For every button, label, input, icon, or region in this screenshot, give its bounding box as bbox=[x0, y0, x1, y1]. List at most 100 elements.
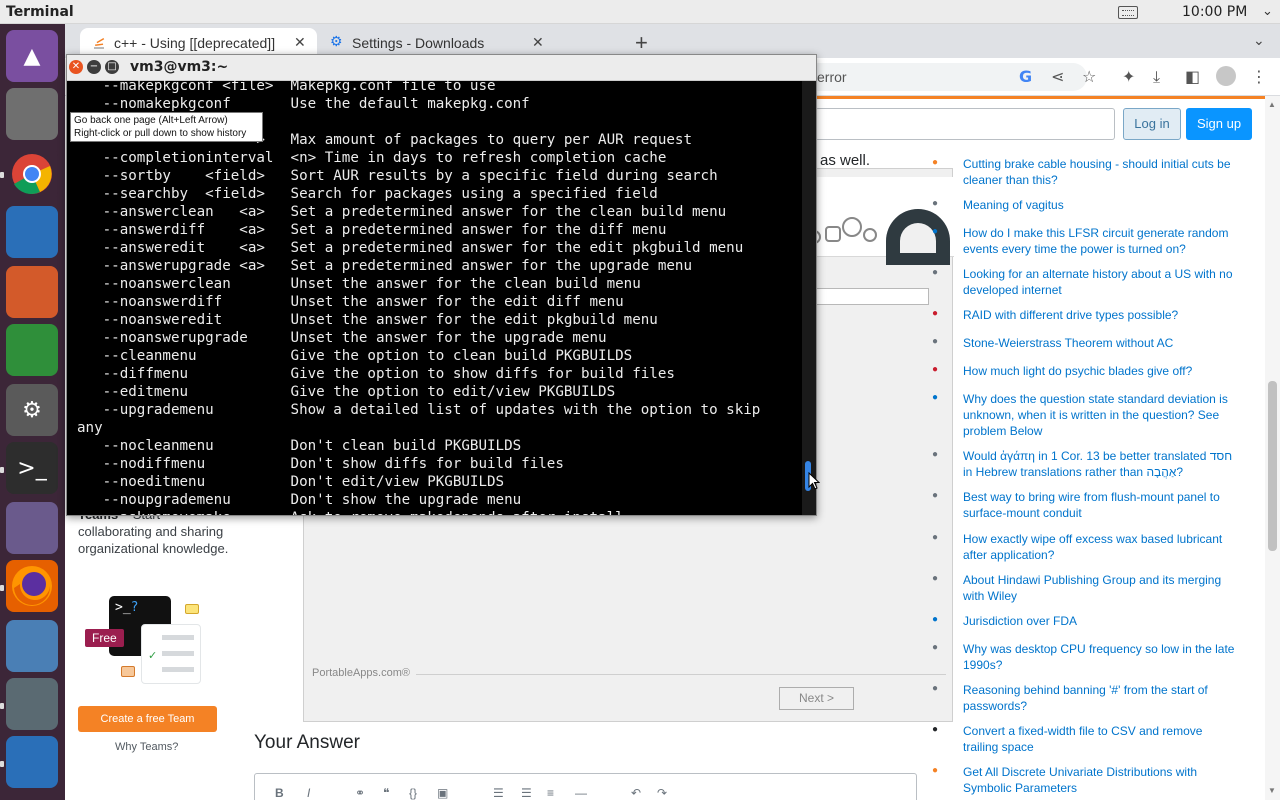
site-favicon-icon: ● bbox=[932, 765, 939, 776]
terminal-line: --noanswerdiff Unset the answer for the … bbox=[77, 294, 624, 310]
page-scrollbar-thumb[interactable] bbox=[1268, 381, 1277, 551]
update-icon[interactable] bbox=[6, 736, 58, 788]
scroll-up-icon[interactable]: ▲ bbox=[1268, 100, 1276, 109]
related-question-link[interactable]: ● Why does the question state standard de… bbox=[932, 391, 1240, 439]
terminal-line: --noanswerupgrade Unset the answer for t… bbox=[77, 330, 607, 346]
numbered-list-icon[interactable]: ☰ bbox=[493, 786, 504, 800]
site-favicon-icon: ● bbox=[932, 364, 939, 375]
related-question-link[interactable]: ● Jurisdiction over FDA bbox=[932, 613, 1240, 629]
firefox-icon[interactable] bbox=[6, 560, 58, 612]
disk-utility-icon[interactable] bbox=[6, 620, 58, 672]
terminal-scrollbar[interactable] bbox=[802, 81, 816, 515]
sign-up-button[interactable]: Sign up bbox=[1186, 108, 1252, 140]
scroll-down-icon[interactable]: ▼ bbox=[1268, 786, 1276, 795]
undo-icon[interactable]: ↶ bbox=[631, 786, 641, 800]
next-button[interactable]: Next > bbox=[779, 687, 854, 710]
page-scrollbar[interactable]: ▲ ▼ bbox=[1265, 96, 1280, 800]
site-favicon-icon: ● bbox=[932, 392, 939, 403]
arch-launcher-icon[interactable]: ▲ bbox=[6, 30, 58, 82]
top-accent-bar bbox=[815, 96, 1265, 99]
related-question-link[interactable]: ● Best way to bring wire from flush-mount… bbox=[932, 489, 1240, 521]
download-icon[interactable]: ⤓ bbox=[1153, 67, 1160, 87]
related-question-title: How do I make this LFSR circuit generate… bbox=[963, 226, 1229, 256]
impress-icon[interactable] bbox=[6, 266, 58, 318]
install-location-field[interactable] bbox=[814, 288, 929, 305]
log-in-button[interactable]: Log in bbox=[1123, 108, 1181, 140]
italic-icon[interactable]: I bbox=[307, 786, 310, 800]
terminal-icon[interactable]: >_ bbox=[6, 442, 58, 494]
related-question-link[interactable]: ● How exactly wipe off excess wax based l… bbox=[932, 531, 1240, 563]
related-question-link[interactable]: ● How much light do psychic blades give o… bbox=[932, 363, 1240, 379]
question-text-fragment: as well. bbox=[820, 152, 871, 169]
writer-icon[interactable] bbox=[6, 206, 58, 258]
close-window-icon[interactable]: ✕ bbox=[69, 60, 83, 74]
calc-icon[interactable] bbox=[6, 324, 58, 376]
tab-search-chevron-icon[interactable]: ⌄ bbox=[1253, 32, 1265, 49]
bulleted-list-icon[interactable]: ☰ bbox=[521, 786, 532, 800]
link-icon[interactable]: ⚭ bbox=[355, 786, 365, 800]
related-question-title: How exactly wipe off excess wax based lu… bbox=[963, 532, 1223, 562]
related-question-link[interactable]: ● Would ἀγάπη in 1 Cor. 13 be better tran… bbox=[932, 448, 1240, 480]
profile-avatar-icon[interactable] bbox=[1216, 66, 1236, 86]
terminal-line: --noansweredit Unset the answer for the … bbox=[77, 312, 658, 328]
terminal-output[interactable]: --makepkgconf <file> Makepkg.conf file t… bbox=[77, 77, 805, 515]
address-bar-text: error bbox=[817, 69, 847, 85]
terminal-line: --answeredit <a> Set a predetermined ans… bbox=[77, 240, 744, 256]
terminal-line: --noanswerclean Unset the answer for the… bbox=[77, 276, 641, 292]
maximize-window-icon[interactable]: □ bbox=[105, 60, 119, 74]
bookmark-star-icon[interactable]: ☆ bbox=[1082, 67, 1096, 86]
browser-tab-strip: c++ - Using [[deprecated]] ✕ ⚙ Settings … bbox=[65, 24, 1280, 58]
site-search-input[interactable] bbox=[815, 108, 1115, 140]
related-question-title: Reasoning behind banning '#' from the st… bbox=[963, 683, 1208, 713]
portableapps-icon[interactable] bbox=[6, 678, 58, 730]
create-team-button[interactable]: Create a free Team bbox=[78, 706, 217, 732]
horizontal-rule-icon[interactable]: ― bbox=[575, 786, 587, 800]
site-favicon-icon: ● bbox=[932, 198, 939, 209]
close-tab-icon[interactable]: ✕ bbox=[294, 34, 306, 51]
files-icon[interactable] bbox=[6, 88, 58, 140]
clock[interactable]: 10:00 PM bbox=[1182, 4, 1247, 20]
related-question-link[interactable]: ● RAID with different drive types possibl… bbox=[932, 307, 1240, 323]
related-question-title: Would ἀγάπη in 1 Cor. 13 be better trans… bbox=[963, 449, 1233, 479]
code-icon[interactable]: {} bbox=[409, 786, 417, 800]
close-tab-icon[interactable]: ✕ bbox=[532, 34, 544, 51]
why-teams-link[interactable]: Why Teams? bbox=[115, 741, 178, 753]
chrome-icon[interactable] bbox=[6, 148, 58, 200]
extensions-puzzle-icon[interactable]: ✦ bbox=[1122, 67, 1135, 86]
folder-icon[interactable] bbox=[6, 502, 58, 554]
related-question-link[interactable]: ● About Hindawi Publishing Group and its … bbox=[932, 572, 1240, 604]
related-question-link[interactable]: ● Stone-Weierstrass Theorem without AC bbox=[932, 335, 1240, 351]
side-panel-icon[interactable]: ◧ bbox=[1185, 67, 1200, 86]
tab-title: Settings - Downloads bbox=[352, 35, 485, 51]
related-question-link[interactable]: ● Convert a fixed-width file to CSV and r… bbox=[932, 723, 1240, 755]
browser-menu-icon[interactable]: ⋮ bbox=[1251, 67, 1267, 86]
redo-icon[interactable]: ↷ bbox=[657, 786, 667, 800]
related-question-link[interactable]: ● Cutting brake cable housing - should in… bbox=[932, 156, 1240, 188]
related-question-link[interactable]: ● Meaning of vagitus bbox=[932, 197, 1240, 213]
dock: ▲ ⚙ >_ bbox=[0, 24, 65, 800]
keyboard-icon[interactable] bbox=[1118, 6, 1138, 19]
dock-pip-chrome bbox=[0, 172, 4, 178]
related-question-link[interactable]: ● Reasoning behind banning '#' from the s… bbox=[932, 682, 1240, 714]
new-tab-plus-icon[interactable]: + bbox=[635, 30, 648, 56]
site-favicon-icon: ● bbox=[932, 490, 939, 501]
dock-pip-terminal bbox=[0, 467, 4, 473]
heading-icon[interactable]: ≡ bbox=[547, 786, 554, 800]
active-app-name[interactable]: Terminal bbox=[6, 4, 74, 20]
related-question-link[interactable]: ● How do I make this LFSR circuit generat… bbox=[932, 225, 1240, 257]
related-question-link[interactable]: ● Get All Discrete Univariate Distributio… bbox=[932, 764, 1240, 796]
minimize-window-icon[interactable]: − bbox=[87, 60, 101, 74]
image-icon[interactable]: ▣ bbox=[437, 786, 448, 800]
address-bar[interactable]: error bbox=[805, 63, 1087, 91]
related-question-title: Convert a fixed-width file to CSV and re… bbox=[963, 724, 1203, 754]
bold-icon[interactable]: B bbox=[275, 786, 284, 800]
settings-icon[interactable]: ⚙ bbox=[6, 384, 58, 436]
answer-editor-toolbar: B I ⚭ ❝ {} ▣ ☰ ☰ ≡ ― ↶ ↷ bbox=[254, 773, 917, 800]
site-favicon-icon: ● bbox=[932, 226, 939, 237]
google-icon[interactable]: G bbox=[1019, 67, 1032, 86]
share-icon[interactable]: ⋖ bbox=[1051, 67, 1064, 86]
related-question-link[interactable]: ● Why was desktop CPU frequency so low in… bbox=[932, 641, 1240, 673]
blockquote-icon[interactable]: ❝ bbox=[383, 786, 389, 800]
system-menu-chevron-icon[interactable]: ⌄ bbox=[1262, 3, 1273, 19]
related-question-link[interactable]: ● Looking for an alternate history about … bbox=[932, 266, 1240, 298]
